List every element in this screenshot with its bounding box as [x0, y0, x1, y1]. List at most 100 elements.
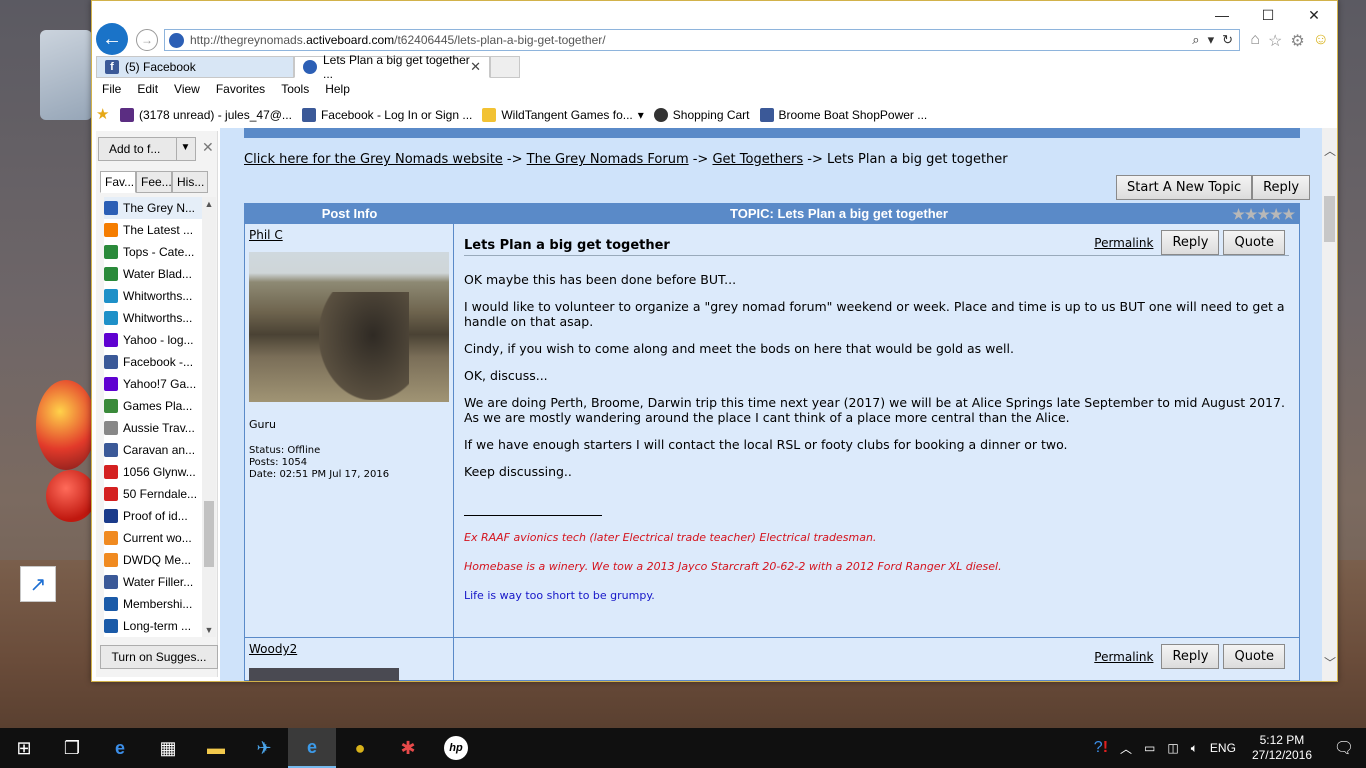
tab-history[interactable]: His... [172, 171, 208, 193]
favorites-list-item[interactable]: The Latest ... [104, 219, 208, 241]
hp-icon[interactable]: hp [432, 728, 480, 768]
permalink-link[interactable]: Permalink [1094, 650, 1153, 664]
language-indicator[interactable]: ENG [1204, 741, 1242, 755]
favorites-list-item[interactable]: Current wo... [104, 527, 208, 549]
post-reply-button[interactable]: Reply [1161, 230, 1220, 255]
chevron-up-icon[interactable]: ︿ [1114, 740, 1138, 757]
favorites-list-item[interactable]: Games Pla... [104, 395, 208, 417]
favorites-list-item[interactable]: 50 Ferndale... [104, 483, 208, 505]
fav-link-broome[interactable]: Broome Boat ShopPower ... [759, 108, 927, 122]
fav-link-facebook[interactable]: Facebook - Log In or Sign ... [301, 108, 472, 122]
internet-explorer-icon[interactable]: e [288, 728, 336, 768]
volume-icon[interactable]: 🔈︎ [1185, 741, 1204, 756]
home-icon[interactable]: ⌂ [1250, 31, 1260, 51]
favorites-star-icon[interactable]: ☆ [1268, 31, 1282, 51]
feedback-smiley-icon[interactable]: ☺ [1313, 31, 1329, 51]
scroll-thumb[interactable] [204, 501, 214, 567]
post-quote-button[interactable]: Quote [1223, 230, 1285, 255]
favorites-list-item[interactable]: Long-term ... [104, 615, 208, 637]
settings-gear-icon[interactable]: ⚙ [1290, 31, 1304, 51]
tab-favorites[interactable]: Fav... [100, 171, 136, 193]
fav-link-shopping-cart[interactable]: Shopping Cart [653, 108, 750, 122]
favorites-list-item[interactable]: Water Filler... [104, 571, 208, 593]
add-to-favorites-dropdown[interactable]: ▼ [176, 137, 194, 161]
fav-link-wildtangent[interactable]: WildTangent Games fo... ▾ [482, 108, 644, 122]
address-bar[interactable]: http://thegreynomads. activeboard.com/t62… [164, 29, 1240, 51]
file-explorer-icon[interactable]: ▬ [192, 728, 240, 768]
favorites-list-item[interactable]: The Grey N... [104, 197, 208, 219]
scroll-thumb[interactable] [1324, 196, 1335, 242]
desktop-toy-icon[interactable] [30, 380, 96, 530]
task-view-icon[interactable]: ❐ [48, 728, 96, 768]
menu-file[interactable]: File [94, 79, 129, 101]
maximize-button[interactable]: ☐ [1245, 1, 1291, 29]
chevron-down-icon[interactable]: ▾ [638, 108, 644, 122]
scroll-up-icon[interactable]: ▲ [202, 199, 216, 209]
new-tab-button[interactable] [490, 56, 520, 78]
author-username-link[interactable]: Woody2 [249, 642, 449, 656]
favorites-list-item[interactable]: Tops - Cate... [104, 241, 208, 263]
scroll-down-icon[interactable]: ﹀ [1324, 654, 1336, 671]
refresh-icon[interactable]: ↻ [1222, 32, 1233, 48]
edge-browser-icon[interactable]: e [96, 728, 144, 768]
turn-on-suggestions-button[interactable]: Turn on Sugges... [100, 645, 218, 669]
fav-link-mail[interactable]: (3178 unread) - jules_47@... [120, 108, 292, 122]
add-favorites-star-icon[interactable]: ★ [96, 107, 110, 122]
permalink-link[interactable]: Permalink [1094, 236, 1153, 250]
favorites-list-item[interactable]: Proof of id... [104, 505, 208, 527]
start-new-topic-button[interactable]: Start A New Topic [1116, 175, 1253, 200]
favorites-list-item[interactable]: Caravan an... [104, 439, 208, 461]
favorites-scrollbar[interactable]: ▲ ▼ [202, 197, 216, 637]
tab-facebook[interactable]: f (5) Facebook [96, 56, 294, 78]
windows-start-icon[interactable]: ⊞ [0, 728, 48, 768]
tab-active-topic[interactable]: Lets Plan a big get together ... ✕ [294, 53, 490, 81]
favorites-list-item[interactable]: Aussie Trav... [104, 417, 208, 439]
forum-top-bar [244, 128, 1300, 138]
clock[interactable]: 5:12 PM 27/12/2016 [1242, 733, 1322, 763]
store-icon[interactable]: ▦ [144, 728, 192, 768]
network-icon[interactable]: ◫ [1161, 741, 1184, 755]
menu-tools[interactable]: Tools [273, 79, 317, 101]
post-quote-button[interactable]: Quote [1223, 644, 1285, 669]
forward-button[interactable]: → [136, 29, 158, 51]
favorites-list-item[interactable]: DWDQ Me... [104, 549, 208, 571]
close-panel-icon[interactable]: ✕ [202, 139, 214, 156]
favorites-list-item[interactable]: Yahoo - log... [104, 329, 208, 351]
favorites-list-item[interactable]: Yahoo!7 Ga... [104, 373, 208, 395]
desktop-shortcut-icon[interactable]: ↗ [20, 566, 56, 602]
scroll-up-icon[interactable]: ︿ [1324, 142, 1336, 159]
search-icon[interactable]: ⌕ [1192, 32, 1199, 48]
page-scrollbar[interactable]: ︿ ﹀ [1322, 128, 1337, 681]
favorites-list-item[interactable]: Whitworths... [104, 307, 208, 329]
scroll-down-icon[interactable]: ▼ [202, 625, 216, 635]
post-reply-button[interactable]: Reply [1161, 644, 1220, 669]
minimize-button[interactable]: — [1199, 1, 1245, 29]
help-alert-icon[interactable]: ?! [1088, 739, 1114, 757]
reply-button[interactable]: Reply [1252, 175, 1311, 200]
breadcrumb-section-link[interactable]: Get Togethers [712, 152, 803, 167]
colorful-app-icon[interactable]: ✱ [384, 728, 432, 768]
close-button[interactable]: ✕ [1291, 1, 1337, 29]
app-pinned-icon[interactable]: ✈ [240, 728, 288, 768]
recycle-bin-icon[interactable] [40, 30, 92, 120]
rating-stars-icon[interactable]: ★★★★★ [1232, 206, 1295, 223]
action-center-icon[interactable]: 🗨︎ [1322, 738, 1366, 758]
dropdown-icon[interactable]: ▾ [1208, 32, 1215, 48]
menu-view[interactable]: View [166, 79, 208, 101]
menu-help[interactable]: Help [317, 79, 358, 101]
close-tab-icon[interactable]: ✕ [470, 59, 481, 75]
menu-edit[interactable]: Edit [129, 79, 166, 101]
menu-favorites[interactable]: Favorites [208, 79, 273, 101]
back-button[interactable]: ← [96, 23, 128, 55]
favorites-list-item[interactable]: Whitworths... [104, 285, 208, 307]
breadcrumb-site-link[interactable]: Click here for the Grey Nomads website [244, 152, 503, 167]
breadcrumb-forum-link[interactable]: The Grey Nomads Forum [527, 152, 689, 167]
game-app-icon[interactable]: ● [336, 728, 384, 768]
favorites-list-item[interactable]: 1056 Glynw... [104, 461, 208, 483]
author-username-link[interactable]: Phil C [249, 228, 449, 242]
battery-icon[interactable]: ▭ [1138, 741, 1161, 755]
tab-feeds[interactable]: Fee... [136, 171, 172, 193]
favorites-list-item[interactable]: Membershi... [104, 593, 208, 615]
favorites-list-item[interactable]: Facebook -... [104, 351, 208, 373]
favorites-list-item[interactable]: Water Blad... [104, 263, 208, 285]
